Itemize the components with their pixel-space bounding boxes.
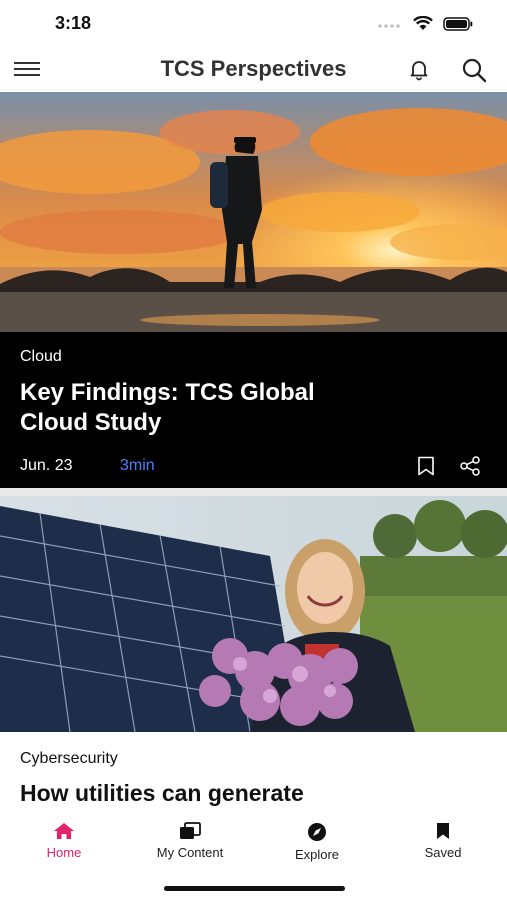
- status-bar: 3:18: [0, 0, 507, 48]
- girl-solar-panels-image[interactable]: [0, 496, 507, 732]
- tab-label: Explore: [294, 847, 340, 862]
- home-indicator: [164, 886, 345, 891]
- article-card[interactable]: Cybersecurity How utilities can generate: [0, 496, 507, 808]
- bell-icon[interactable]: [407, 57, 431, 81]
- tab-label: My Content: [156, 845, 224, 860]
- hamburger-icon[interactable]: [14, 60, 40, 78]
- app-header: TCS Perspectives: [0, 48, 507, 90]
- signal-icon: [378, 23, 400, 28]
- home-icon: [54, 823, 74, 839]
- tab-saved[interactable]: Saved: [388, 822, 498, 862]
- tab-home[interactable]: Home: [9, 822, 119, 862]
- battery-icon: [443, 16, 473, 31]
- tab-label: Home: [46, 845, 82, 860]
- search-icon[interactable]: [461, 57, 487, 83]
- bookmark-icon[interactable]: [417, 456, 435, 476]
- article-category[interactable]: Cloud: [20, 348, 62, 366]
- status-icons: [377, 16, 473, 31]
- tab-explore[interactable]: Explore: [262, 822, 372, 864]
- wifi-icon: [413, 16, 433, 30]
- bookmark-icon: [437, 823, 449, 839]
- share-icon[interactable]: [459, 456, 481, 476]
- hiker-sunset-image[interactable]: [0, 92, 507, 332]
- bottom-tab-bar: Home My Content Explore Saved: [0, 808, 507, 900]
- my-content-icon: [180, 822, 201, 839]
- article-feed[interactable]: Cloud Key Findings: TCS Global Cloud Stu…: [0, 92, 507, 808]
- article-title[interactable]: How utilities can generate: [20, 780, 304, 807]
- article-card[interactable]: Cloud Key Findings: TCS Global Cloud Stu…: [0, 92, 507, 488]
- article-date: Jun. 23: [20, 457, 73, 474]
- article-category[interactable]: Cybersecurity: [20, 750, 118, 768]
- compass-icon: [308, 823, 326, 841]
- status-time: 3:18: [55, 13, 92, 33]
- article-title[interactable]: Key Findings: TCS Global Cloud Study: [20, 378, 380, 438]
- tab-my-content[interactable]: My Content: [135, 822, 245, 862]
- article-card-body: Cloud Key Findings: TCS Global Cloud Stu…: [0, 332, 507, 488]
- article-read-time: 3min: [120, 457, 155, 474]
- tab-label: Saved: [424, 845, 462, 860]
